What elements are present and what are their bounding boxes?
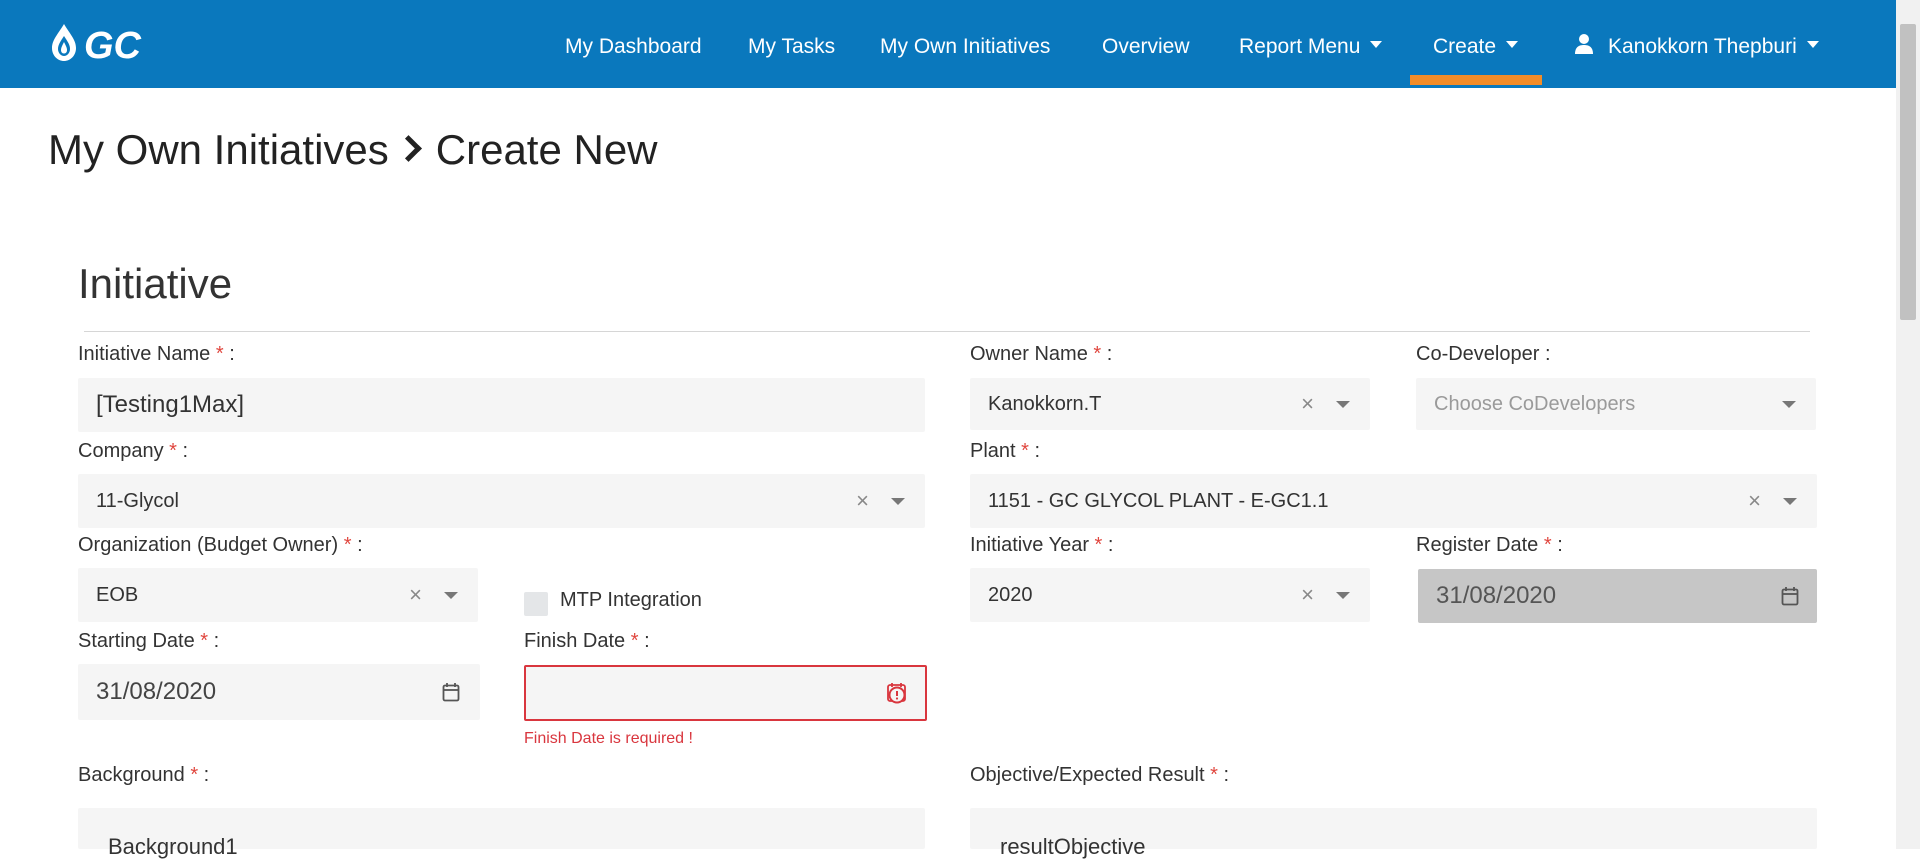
- nav-create-label: Create: [1433, 35, 1497, 58]
- background-label: Background * :: [78, 764, 210, 786]
- section-divider: [84, 331, 1810, 332]
- nav-my-dashboard[interactable]: My Dashboard: [565, 0, 702, 88]
- caret-down-icon[interactable]: [444, 592, 458, 599]
- gc-logo[interactable]: GC: [48, 20, 180, 64]
- calendar-icon[interactable]: [442, 682, 460, 702]
- svg-text:GC: GC: [84, 25, 142, 64]
- nav-report-menu-label: Report Menu: [1239, 35, 1361, 58]
- active-nav-indicator: [1410, 75, 1542, 85]
- starting-date-label: Starting Date * :: [78, 630, 220, 652]
- clear-icon[interactable]: ×: [409, 584, 422, 606]
- starting-date-input[interactable]: 31/08/2020: [78, 664, 480, 720]
- breadcrumb-current: Create New: [435, 126, 658, 173]
- caret-down-icon[interactable]: [1782, 401, 1796, 408]
- owner-name-select[interactable]: Kanokkorn.T ×: [970, 378, 1370, 430]
- finish-date-input[interactable]: [524, 665, 927, 721]
- initiative-year-label: Initiative Year * :: [970, 534, 1114, 556]
- nav-overview[interactable]: Overview: [1102, 0, 1190, 88]
- breadcrumb-parent[interactable]: My Own Initiatives: [48, 126, 389, 173]
- caret-down-icon: [1806, 40, 1819, 48]
- mtp-integration-checkbox[interactable]: [524, 592, 548, 616]
- scrollbar-thumb[interactable]: [1900, 24, 1916, 320]
- plant-label: Plant * :: [970, 440, 1041, 462]
- nav-overview-label: Overview: [1102, 35, 1190, 58]
- caret-down-icon: [1370, 40, 1383, 48]
- mtp-integration-label[interactable]: MTP Integration: [560, 589, 702, 612]
- register-date-label: Register Date * :: [1416, 534, 1563, 556]
- background-textarea[interactable]: Background1: [78, 808, 925, 859]
- owner-name-label: Owner Name * :: [970, 343, 1113, 365]
- nav-my-own-initiatives-label: My Own Initiatives: [880, 35, 1051, 58]
- caret-down-icon: [1506, 40, 1519, 48]
- caret-down-icon[interactable]: [1336, 592, 1350, 599]
- nav-user-menu[interactable]: Kanokkorn Thepburi: [1574, 0, 1819, 88]
- page-scrollbar[interactable]: [1896, 0, 1920, 849]
- co-developer-label: Co-Developer :: [1416, 343, 1551, 365]
- error-icon: [887, 683, 906, 704]
- caret-down-icon[interactable]: [1783, 498, 1797, 505]
- company-select[interactable]: 11-Glycol ×: [78, 474, 925, 528]
- user-icon: [1575, 34, 1593, 55]
- caret-down-icon[interactable]: [891, 498, 905, 505]
- section-title: Initiative: [78, 260, 233, 307]
- co-developer-select[interactable]: Choose CoDevelopers: [1416, 378, 1816, 430]
- clear-icon[interactable]: ×: [856, 490, 869, 512]
- caret-down-icon[interactable]: [1336, 401, 1350, 408]
- nav-my-tasks[interactable]: My Tasks: [748, 0, 835, 88]
- calendar-icon: [1781, 587, 1799, 606]
- company-label: Company * :: [78, 440, 189, 462]
- finish-date-error: Finish Date is required !: [524, 730, 693, 747]
- clear-icon[interactable]: ×: [1748, 490, 1761, 512]
- breadcrumb: My Own Initiatives Create New: [48, 126, 658, 174]
- nav-my-own-initiatives[interactable]: My Own Initiatives: [880, 0, 1050, 88]
- nav-report-menu[interactable]: Report Menu: [1239, 0, 1383, 88]
- objective-textarea[interactable]: resultObjective: [970, 808, 1817, 859]
- user-name: Kanokkorn Thepburi: [1608, 35, 1797, 58]
- nav-my-dashboard-label: My Dashboard: [565, 35, 702, 58]
- initiative-name-input[interactable]: [Testing1Max]: [78, 378, 925, 432]
- plant-select[interactable]: 1151 - GC GLYCOL PLANT - E-GC1.1 ×: [970, 474, 1817, 528]
- clear-icon[interactable]: ×: [1301, 584, 1314, 606]
- register-date-input: 31/08/2020: [1418, 569, 1817, 623]
- objective-label: Objective/Expected Result * :: [970, 764, 1230, 786]
- clear-icon[interactable]: ×: [1301, 393, 1314, 415]
- organization-select[interactable]: EOB ×: [78, 568, 478, 622]
- initiative-year-select[interactable]: 2020 ×: [970, 568, 1370, 622]
- initiative-name-label: Initiative Name * :: [78, 343, 235, 365]
- nav-my-tasks-label: My Tasks: [748, 35, 836, 58]
- top-navbar: GC My Dashboard My Tasks My Own Initiati…: [0, 0, 1896, 88]
- chevron-right-icon: [394, 135, 422, 162]
- finish-date-label: Finish Date * :: [524, 630, 650, 652]
- organization-label: Organization (Budget Owner) * :: [78, 534, 363, 556]
